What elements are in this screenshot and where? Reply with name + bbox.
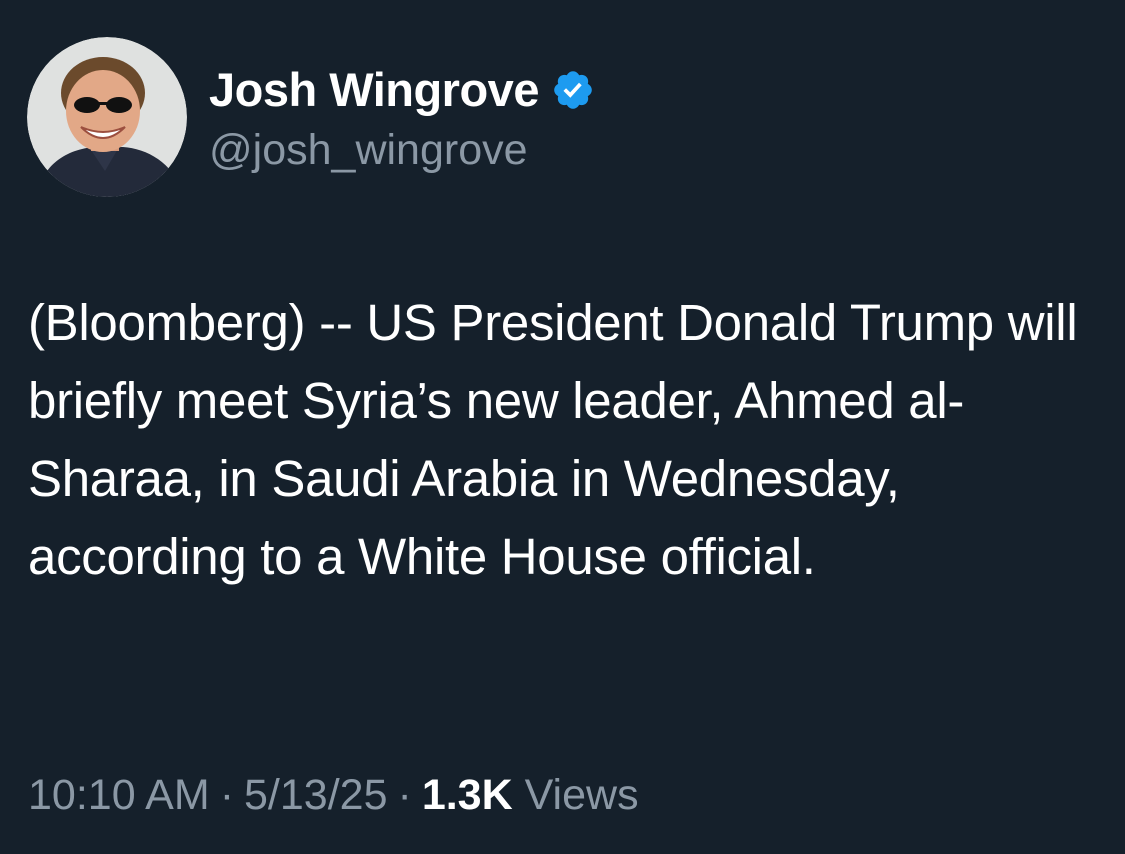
verified-badge-icon[interactable] [551, 68, 595, 112]
meta-separator: · [219, 770, 235, 819]
tweet-date[interactable]: 5/13/25 [244, 771, 387, 820]
tweet-meta: 10:10 AM · 5/13/25 · 1.3K Views [28, 760, 639, 830]
author-identity: Josh Wingrove @josh_wingrove [209, 60, 595, 175]
tweet-text: (Bloomberg) -- US President Donald Trump… [28, 294, 1078, 585]
tweet-header: Josh Wingrove @josh_wingrove [27, 37, 595, 197]
views-label[interactable]: Views [525, 771, 639, 820]
avatar[interactable] [27, 37, 187, 197]
meta-separator: · [397, 770, 412, 819]
views-count[interactable]: 1.3K [422, 771, 513, 820]
author-name-row: Josh Wingrove [209, 60, 595, 120]
tweet-time[interactable]: 10:10 AM [28, 771, 210, 820]
author-handle[interactable]: @josh_wingrove [209, 126, 595, 175]
author-display-name[interactable]: Josh Wingrove [209, 62, 539, 117]
